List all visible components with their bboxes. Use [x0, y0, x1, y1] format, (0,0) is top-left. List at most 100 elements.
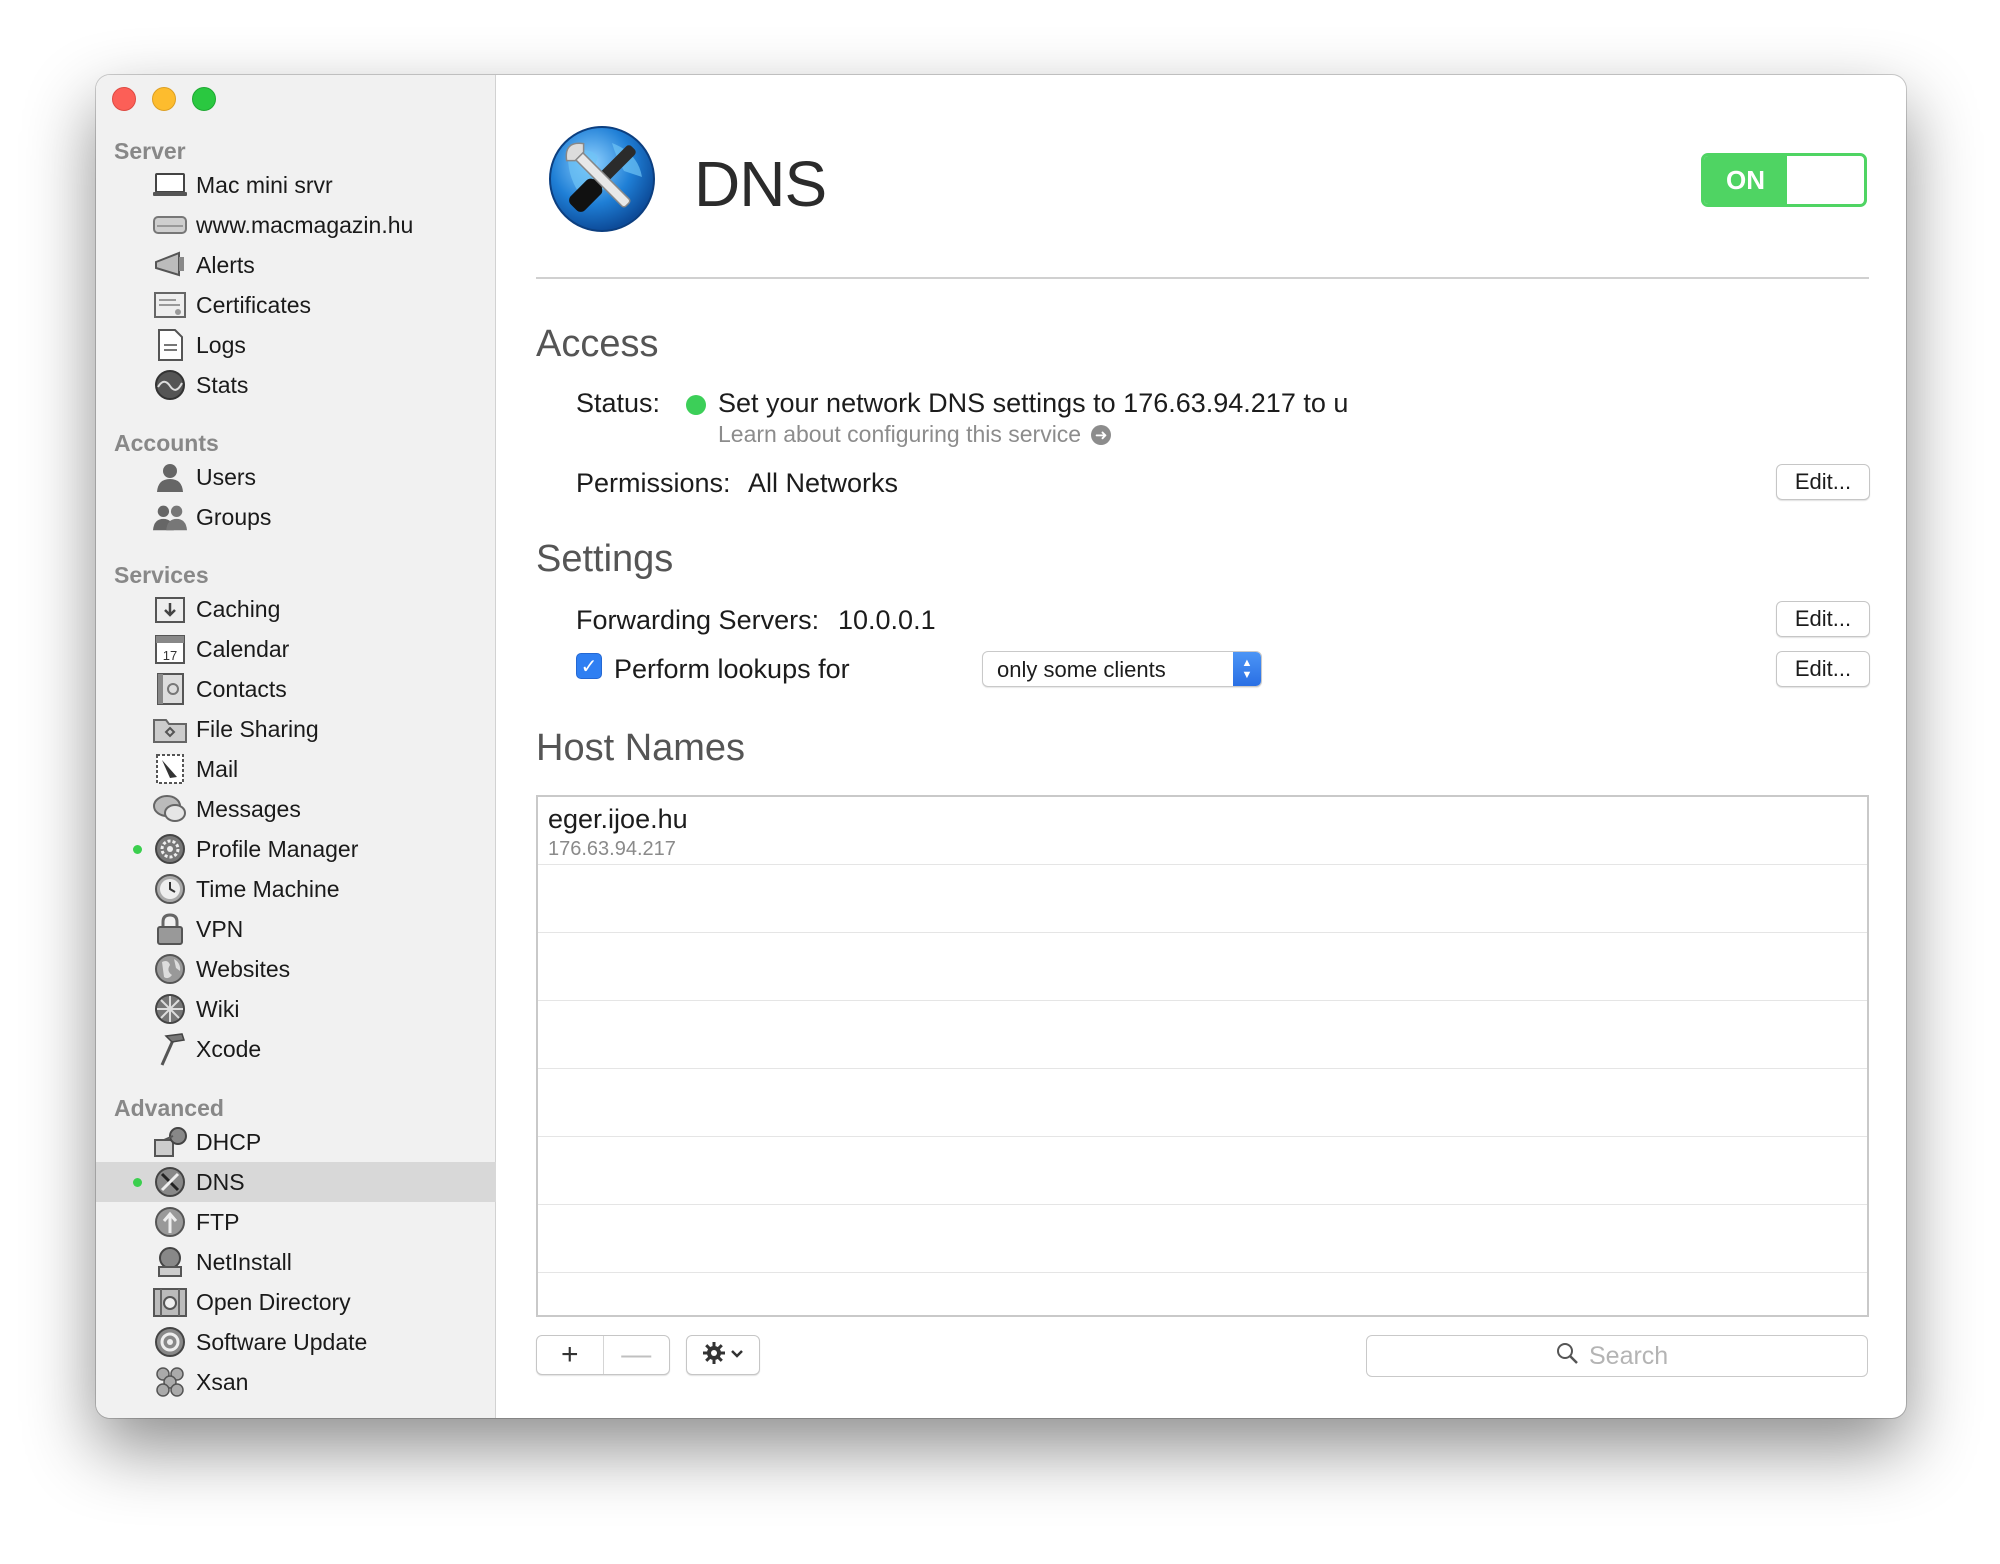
sidebar-item-label: Groups	[196, 504, 272, 530]
sidebar-item-open-directory[interactable]: Open Directory	[96, 1282, 496, 1322]
sidebar-item-label: Stats	[196, 372, 249, 398]
globe-icon	[153, 953, 187, 985]
table-row-empty	[538, 933, 1867, 1001]
sidebar-item-messages[interactable]: Messages	[96, 789, 496, 829]
network-icon	[153, 1126, 187, 1158]
chevron-down-icon	[730, 1346, 744, 1364]
stamp-icon	[153, 753, 187, 785]
add-button[interactable]: +	[537, 1336, 603, 1374]
section-heading-access: Access	[536, 323, 659, 365]
sidebar-item-logs[interactable]: Logs	[96, 325, 496, 365]
permissions-edit-button[interactable]: Edit...	[1776, 464, 1870, 500]
sidebar-item-label: Alerts	[196, 252, 255, 278]
sidebar-item-wiki[interactable]: Wiki	[96, 989, 496, 1029]
sidebar-item-label: Time Machine	[196, 876, 340, 902]
status-text: Set your network DNS settings to 176.63.…	[718, 388, 1349, 418]
sidebar-item-label: www.macmagazin.hu	[196, 212, 414, 238]
hammer-icon	[153, 1033, 187, 1066]
xsan-icon	[153, 1366, 187, 1398]
section-heading-settings: Settings	[536, 538, 674, 580]
learn-more-link[interactable]: Learn about configuring this service ➜	[718, 421, 1112, 448]
graph-icon	[153, 369, 187, 401]
user-icon	[153, 461, 187, 493]
sidebar-item-stats[interactable]: Stats	[96, 365, 496, 405]
certificate-icon	[153, 289, 187, 321]
minimize-window-button[interactable]	[152, 87, 176, 111]
netinstall-icon	[153, 1246, 187, 1278]
action-menu-button[interactable]	[686, 1335, 760, 1375]
table-row[interactable]: eger.ijoe.hu 176.63.94.217	[538, 797, 1867, 865]
directory-icon	[153, 1286, 187, 1318]
sidebar-item-label: Open Directory	[196, 1289, 351, 1315]
close-window-button[interactable]	[112, 87, 136, 111]
sidebar-item-ftp[interactable]: FTP	[96, 1202, 496, 1242]
sidebar-item-software-update[interactable]: Software Update	[96, 1322, 496, 1362]
download-box-icon	[153, 593, 187, 625]
section-heading-host-names: Host Names	[536, 727, 746, 769]
sidebar-item-file-sharing[interactable]: File Sharing	[96, 709, 496, 749]
sidebar-item-label: Calendar	[196, 636, 290, 662]
sidebar-item-caching[interactable]: Caching	[96, 589, 496, 629]
window-controls	[112, 87, 216, 111]
sidebar-item-label: Xsan	[196, 1369, 249, 1395]
sidebar-section-advanced: Advanced	[114, 1095, 224, 1121]
group-icon	[153, 501, 187, 533]
forwarding-edit-button[interactable]: Edit...	[1776, 601, 1870, 637]
lookup-clients-value: only some clients	[997, 657, 1166, 682]
sidebar-item-mac-mini-srvr[interactable]: Mac mini srvr	[96, 165, 496, 205]
host-name: eger.ijoe.hu	[548, 804, 688, 834]
lookups-edit-button[interactable]: Edit...	[1776, 651, 1870, 687]
lock-icon	[153, 913, 187, 945]
table-row-empty	[538, 1069, 1867, 1137]
sidebar-item-profile-manager[interactable]: Profile Manager	[96, 829, 496, 869]
perform-lookups-checkbox[interactable]: ✓	[576, 653, 602, 679]
sidebar-item-alerts[interactable]: Alerts	[96, 245, 496, 285]
sidebar-item-time-machine[interactable]: Time Machine	[96, 869, 496, 909]
remove-button[interactable]: —	[602, 1336, 670, 1374]
sidebar-item-label: NetInstall	[196, 1249, 292, 1275]
sidebar-item-mail[interactable]: Mail	[96, 749, 496, 789]
chevron-updown-icon: ▲ ▼	[1233, 652, 1261, 686]
table-row-empty	[538, 865, 1867, 933]
document-icon	[153, 329, 187, 361]
sidebar-item-label: Mail	[196, 756, 239, 782]
service-toggle[interactable]: ON	[1701, 153, 1867, 207]
drive-icon	[153, 209, 187, 241]
table-row-empty	[538, 1001, 1867, 1069]
svg-text:17: 17	[163, 648, 177, 663]
search-field[interactable]	[1366, 1335, 1868, 1377]
sidebar-item-calendar[interactable]: 17 Calendar	[96, 629, 496, 669]
permissions-value: All Networks	[748, 468, 899, 498]
add-remove-control: + —	[536, 1335, 670, 1375]
zoom-window-button[interactable]	[192, 87, 216, 111]
table-row-empty	[538, 1205, 1867, 1273]
sidebar-item-xcode[interactable]: Xcode	[96, 1029, 496, 1069]
sidebar-item-certificates[interactable]: Certificates	[96, 285, 496, 325]
sidebar-item-vpn[interactable]: VPN	[96, 909, 496, 949]
sidebar-item-xsan[interactable]: Xsan	[96, 1362, 496, 1402]
sidebar-item-dhcp[interactable]: DHCP	[96, 1122, 496, 1162]
sidebar-item-www-macmagazin-hu[interactable]: www.macmagazin.hu	[96, 205, 496, 245]
sidebar-item-label: Xcode	[196, 1036, 262, 1062]
sidebar-item-label: Mac mini srvr	[196, 172, 333, 198]
page-title: DNS	[694, 148, 827, 220]
header-divider	[536, 277, 1869, 279]
sidebar-item-label: Caching	[196, 596, 281, 622]
host-ip: 176.63.94.217	[548, 838, 676, 860]
sidebar-item-contacts[interactable]: Contacts	[96, 669, 496, 709]
search-input[interactable]	[1589, 1341, 1679, 1371]
folder-icon	[153, 713, 187, 745]
sidebar-item-dns[interactable]: DNS	[96, 1162, 496, 1202]
sidebar-item-groups[interactable]: Groups	[96, 497, 496, 537]
status-indicator	[686, 395, 706, 415]
sidebar-item-label: DHCP	[196, 1129, 262, 1155]
sidebar-item-netinstall[interactable]: NetInstall	[96, 1242, 496, 1282]
sidebar-item-websites[interactable]: Websites	[96, 949, 496, 989]
sidebar-item-label: DNS	[196, 1169, 245, 1195]
ftp-icon	[153, 1206, 187, 1238]
sidebar-section-server: Server	[114, 138, 186, 164]
calendar-icon: 17	[153, 633, 187, 665]
lookup-clients-select[interactable]: only some clients ▲ ▼	[982, 651, 1262, 687]
sidebar-item-users[interactable]: Users	[96, 457, 496, 497]
sidebar-item-label: File Sharing	[196, 716, 319, 742]
